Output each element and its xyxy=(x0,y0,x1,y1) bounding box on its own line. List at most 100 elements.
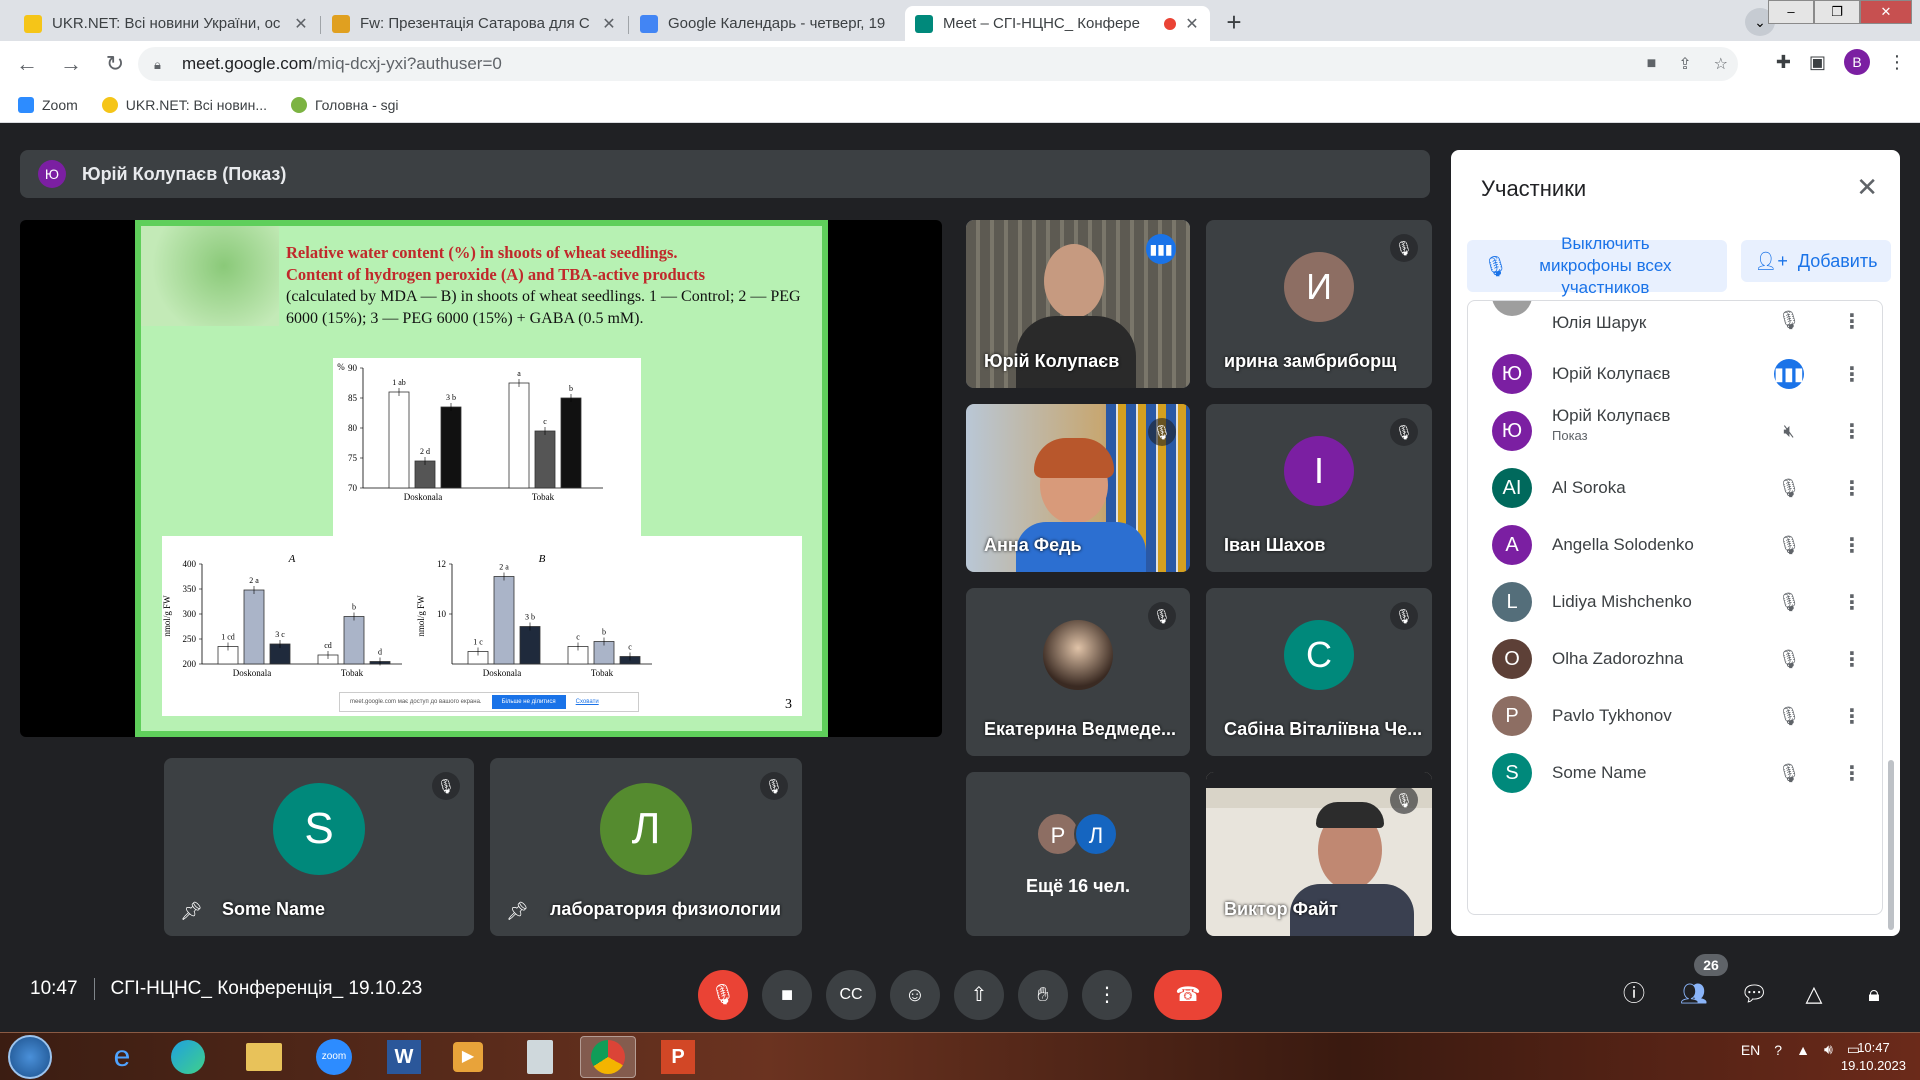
people-icon[interactable]: 👥︎ xyxy=(1670,970,1718,1018)
bookmark-item[interactable]: Zoom xyxy=(18,96,78,113)
language-indicator[interactable]: EN xyxy=(1741,1042,1760,1058)
speaking-indicator-icon[interactable]: ▮▮▮ xyxy=(1774,359,1804,389)
captions-button[interactable]: CC xyxy=(826,970,876,1020)
mic-off-icon[interactable]: 🎙︎ xyxy=(1774,305,1804,335)
address-bar[interactable]: 🔒︎ meet.google.com/miq-dcxj-yxi?authuser… xyxy=(138,47,1738,81)
word-icon[interactable]: W xyxy=(376,1036,432,1078)
participant-avatar: І xyxy=(1284,436,1354,506)
reload-icon[interactable]: ↻ xyxy=(98,47,132,81)
pin-icon[interactable]: 📌︎ xyxy=(506,901,529,922)
bar xyxy=(519,626,541,665)
taskbar-clock[interactable]: 10:47 19.10.2023 xyxy=(1841,1039,1906,1075)
calculator-icon[interactable] xyxy=(512,1036,568,1078)
panel-scrollbar[interactable] xyxy=(1888,760,1894,930)
side-panel-icon[interactable]: ▣ xyxy=(1809,52,1826,73)
pin-icon[interactable]: 📌︎ xyxy=(180,901,203,922)
activities-icon[interactable]: △ xyxy=(1790,970,1838,1018)
participants-list[interactable]: Юлія Шарук 🎙︎ ⋮ Ю Юрій Колупаєв ▮▮▮ ⋮ Ю … xyxy=(1467,300,1883,915)
y-axis-label: % xyxy=(337,362,345,372)
shared-screen[interactable]: Relative water content (%) in shoots of … xyxy=(20,220,942,737)
more-options-icon[interactable]: ⋮ xyxy=(1842,533,1862,558)
participant-tile[interactable]: 🎙︎ Анна Федь xyxy=(966,404,1190,572)
mic-off-icon[interactable]: 🎙︎ xyxy=(1774,587,1804,617)
more-options-icon[interactable]: ⋮ xyxy=(1842,704,1862,729)
reactions-button[interactable]: ☺ xyxy=(890,970,940,1020)
volume-icon[interactable]: 🔊︎ xyxy=(1824,1041,1833,1058)
more-options-icon[interactable]: ⋮ xyxy=(1842,647,1862,672)
close-tab-icon[interactable]: ✕ xyxy=(601,14,617,34)
file-explorer-icon[interactable] xyxy=(236,1036,292,1078)
browser-tab[interactable]: Fw: Презентація Сатарова для С ✕ xyxy=(322,6,627,41)
camera-toggle-button[interactable]: ■ xyxy=(762,970,812,1020)
internet-explorer-icon[interactable]: e xyxy=(94,1036,150,1078)
participant-tile[interactable]: 🎙︎ Екатерина Ведмеде... xyxy=(966,588,1190,756)
participant-row[interactable]: S Some Name 🎙︎ ⋮ xyxy=(1468,738,1882,808)
zoom-app-icon[interactable]: zoom xyxy=(306,1036,362,1078)
pinned-participant-tile[interactable]: 🎙︎ Л 📌︎ лаборатория физиологии xyxy=(490,758,802,936)
raise-hand-button[interactable]: ✋︎ xyxy=(1018,970,1068,1020)
profile-avatar[interactable]: B xyxy=(1844,49,1870,75)
participant-tile[interactable]: 🎙︎ С Сабіна Віталіївна Че... xyxy=(1206,588,1432,756)
mute-all-button[interactable]: 🎙︎ Выключить микрофоны всех участников xyxy=(1467,234,1727,297)
browser-tab[interactable]: Google Календарь - четверг, 19 ✕ xyxy=(630,6,935,41)
start-button[interactable] xyxy=(8,1035,52,1079)
more-options-button[interactable]: ⋮ xyxy=(1082,970,1132,1020)
show-hidden-icons[interactable]: ▲ xyxy=(1796,1042,1810,1058)
mic-off-icon[interactable]: 🎙︎ xyxy=(1774,758,1804,788)
new-tab-button[interactable]: + xyxy=(1217,8,1251,36)
powerpoint-icon[interactable]: P xyxy=(650,1036,706,1078)
bookmark-item[interactable]: UKR.NET: Всі новин... xyxy=(101,96,267,113)
browser-tab[interactable]: UKR.NET: Всі новини України, ос ✕ xyxy=(14,6,319,41)
participant-tile[interactable]: ▮▮▮ Юрій Колупаєв xyxy=(966,220,1190,388)
add-people-button[interactable]: 👤︎+ Добавить xyxy=(1741,240,1891,282)
extensions-icon[interactable]: ✚ xyxy=(1776,52,1791,73)
minimize-button[interactable]: – xyxy=(1768,0,1814,24)
mic-off-icon[interactable]: 🎙︎ xyxy=(1774,701,1804,731)
pinned-participant-tile[interactable]: 🎙︎ S 📌︎ Some Name xyxy=(164,758,474,936)
media-player-icon[interactable]: ▶ xyxy=(440,1036,496,1078)
back-icon[interactable]: ← xyxy=(10,47,44,81)
bookmarks-bar: Zoom UKR.NET: Всі новин... Головна - sgi xyxy=(0,87,1920,123)
participant-tile[interactable]: 🎙︎ И ирина замбриборщ xyxy=(1206,220,1432,388)
bookmark-star-icon[interactable]: ☆ xyxy=(1714,54,1728,74)
more-options-icon[interactable]: ⋮ xyxy=(1842,309,1862,334)
more-options-icon[interactable]: ⋮ xyxy=(1842,419,1862,444)
share-icon[interactable]: ⇪ xyxy=(1678,54,1691,74)
stop-sharing-button[interactable]: Більше не ділитися xyxy=(491,695,566,709)
chat-icon[interactable]: 💬︎ xyxy=(1730,970,1778,1018)
participant-tile[interactable]: 🎙︎ Виктор Файт xyxy=(1206,772,1432,936)
mic-off-icon: 🎙︎ xyxy=(1390,234,1418,262)
close-tab-icon[interactable]: ✕ xyxy=(1184,14,1200,34)
maximize-button[interactable]: ❐ xyxy=(1814,0,1860,24)
present-button[interactable]: ⇧ xyxy=(954,970,1004,1020)
mic-off-icon[interactable]: 🎙︎ xyxy=(1774,473,1804,503)
mic-toggle-button[interactable]: 🎙︎ xyxy=(698,970,748,1020)
browser-tab-active[interactable]: Meet – СГІ-НЦНС_ Конфере ✕ xyxy=(905,6,1210,41)
forward-icon[interactable]: → xyxy=(54,47,88,81)
more-options-icon[interactable]: ⋮ xyxy=(1842,362,1862,387)
bar xyxy=(493,576,515,665)
participant-tile[interactable]: 🎙︎ І Іван Шахов xyxy=(1206,404,1432,572)
camera-in-use-icon[interactable]: ■ xyxy=(1647,55,1657,73)
close-window-button[interactable]: ✕ xyxy=(1860,0,1912,24)
edge-icon[interactable] xyxy=(160,1036,216,1078)
more-participants-tile[interactable]: Р Л Ещё 16 чел. xyxy=(966,772,1190,936)
meeting-details-icon[interactable]: ⓘ xyxy=(1610,970,1658,1018)
host-controls-icon[interactable]: 🔒︎ xyxy=(1850,970,1898,1018)
hide-notice-link[interactable]: Сховати xyxy=(576,699,599,705)
close-panel-icon[interactable]: ✕ xyxy=(1856,172,1878,203)
help-icon[interactable]: ? xyxy=(1774,1042,1782,1058)
bookmark-item[interactable]: Головна - sgi xyxy=(291,96,399,113)
menu-icon[interactable]: ⋮ xyxy=(1888,52,1906,73)
mic-off-icon[interactable]: 🎙︎ xyxy=(1774,530,1804,560)
volume-off-icon[interactable]: 🔇︎ xyxy=(1774,416,1804,446)
more-options-icon[interactable]: ⋮ xyxy=(1842,476,1862,501)
close-tab-icon[interactable]: ✕ xyxy=(293,14,309,34)
more-options-icon[interactable]: ⋮ xyxy=(1842,761,1862,786)
more-options-icon[interactable]: ⋮ xyxy=(1842,590,1862,615)
leave-call-button[interactable]: ☎︎ xyxy=(1154,970,1222,1020)
chrome-icon[interactable] xyxy=(580,1036,636,1078)
participant-row[interactable]: Юлія Шарук 🎙︎ ⋮ xyxy=(1468,301,1882,334)
participant-name: Анна Федь xyxy=(984,535,1082,555)
mic-off-icon[interactable]: 🎙︎ xyxy=(1774,644,1804,674)
